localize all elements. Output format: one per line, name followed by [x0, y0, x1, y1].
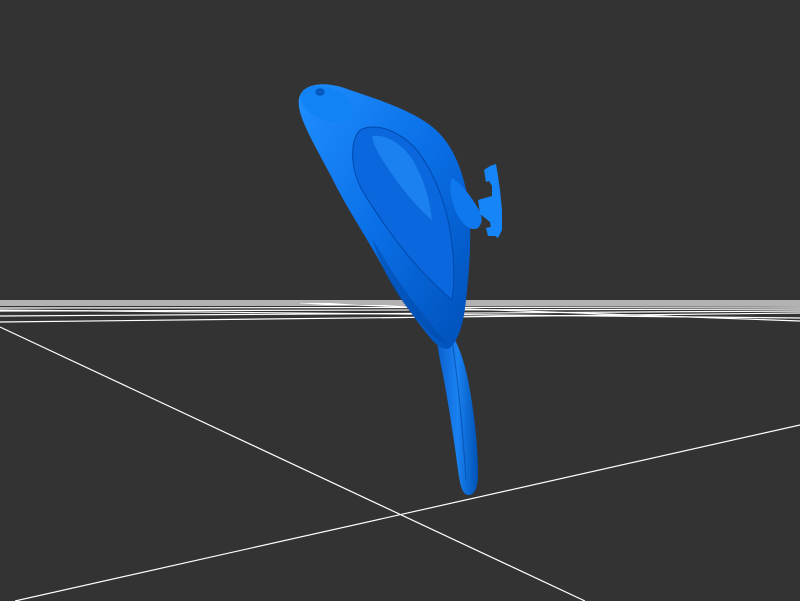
grid-axis-line: [0, 326, 586, 601]
grid-axis-line: [14, 424, 800, 601]
bird-eye: [315, 88, 325, 96]
scene-canvas[interactable]: [0, 0, 800, 601]
3d-viewport[interactable]: [0, 0, 800, 601]
ground-grid: [0, 300, 800, 601]
bird-model[interactable]: [298, 84, 502, 496]
